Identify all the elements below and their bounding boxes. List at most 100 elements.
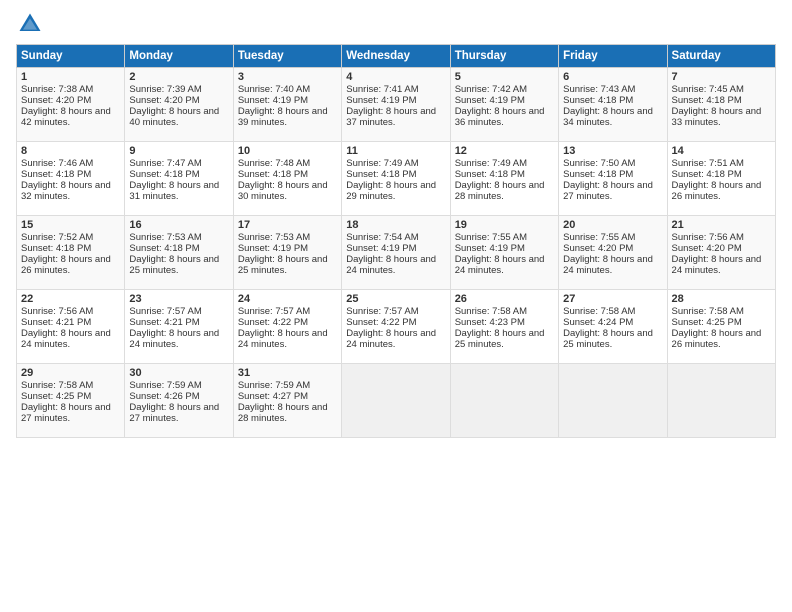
- sunrise-label: Sunrise: 7:55 AM: [455, 232, 527, 243]
- daylight-label: Daylight: 8 hours and 24 minutes.: [129, 328, 219, 350]
- calendar-cell: 25Sunrise: 7:57 AMSunset: 4:22 PMDayligh…: [342, 290, 450, 364]
- calendar-cell: 23Sunrise: 7:57 AMSunset: 4:21 PMDayligh…: [125, 290, 233, 364]
- sunset-label: Sunset: 4:18 PM: [129, 243, 199, 254]
- header-cell-monday: Monday: [125, 45, 233, 68]
- sunset-label: Sunset: 4:18 PM: [563, 169, 633, 180]
- sunrise-label: Sunrise: 7:53 AM: [238, 232, 310, 243]
- sunset-label: Sunset: 4:19 PM: [455, 243, 525, 254]
- day-number: 9: [129, 145, 228, 157]
- day-number: 27: [563, 293, 662, 305]
- calendar-cell: 26Sunrise: 7:58 AMSunset: 4:23 PMDayligh…: [450, 290, 558, 364]
- calendar-cell: 10Sunrise: 7:48 AMSunset: 4:18 PMDayligh…: [233, 142, 341, 216]
- calendar-cell: 20Sunrise: 7:55 AMSunset: 4:20 PMDayligh…: [559, 216, 667, 290]
- calendar-cell: 12Sunrise: 7:49 AMSunset: 4:18 PMDayligh…: [450, 142, 558, 216]
- daylight-label: Daylight: 8 hours and 24 minutes.: [21, 328, 111, 350]
- calendar-cell: 30Sunrise: 7:59 AMSunset: 4:26 PMDayligh…: [125, 364, 233, 438]
- daylight-label: Daylight: 8 hours and 34 minutes.: [563, 106, 653, 128]
- sunrise-label: Sunrise: 7:46 AM: [21, 158, 93, 169]
- sunset-label: Sunset: 4:20 PM: [672, 243, 742, 254]
- daylight-label: Daylight: 8 hours and 32 minutes.: [21, 180, 111, 202]
- sunset-label: Sunset: 4:19 PM: [455, 95, 525, 106]
- day-number: 1: [21, 71, 120, 83]
- daylight-label: Daylight: 8 hours and 26 minutes.: [672, 328, 762, 350]
- day-number: 31: [238, 367, 337, 379]
- day-number: 20: [563, 219, 662, 231]
- sunrise-label: Sunrise: 7:56 AM: [672, 232, 744, 243]
- day-number: 18: [346, 219, 445, 231]
- sunset-label: Sunset: 4:21 PM: [129, 317, 199, 328]
- daylight-label: Daylight: 8 hours and 37 minutes.: [346, 106, 436, 128]
- sunset-label: Sunset: 4:18 PM: [238, 169, 308, 180]
- calendar-cell: 29Sunrise: 7:58 AMSunset: 4:25 PMDayligh…: [17, 364, 125, 438]
- calendar-cell: 24Sunrise: 7:57 AMSunset: 4:22 PMDayligh…: [233, 290, 341, 364]
- sunrise-label: Sunrise: 7:48 AM: [238, 158, 310, 169]
- calendar-header: SundayMondayTuesdayWednesdayThursdayFrid…: [17, 45, 776, 68]
- sunrise-label: Sunrise: 7:45 AM: [672, 84, 744, 95]
- day-number: 8: [21, 145, 120, 157]
- calendar-cell: 1Sunrise: 7:38 AMSunset: 4:20 PMDaylight…: [17, 68, 125, 142]
- day-number: 10: [238, 145, 337, 157]
- day-number: 29: [21, 367, 120, 379]
- calendar-cell: 13Sunrise: 7:50 AMSunset: 4:18 PMDayligh…: [559, 142, 667, 216]
- sunrise-label: Sunrise: 7:58 AM: [563, 306, 635, 317]
- calendar-cell: 17Sunrise: 7:53 AMSunset: 4:19 PMDayligh…: [233, 216, 341, 290]
- daylight-label: Daylight: 8 hours and 28 minutes.: [238, 402, 328, 424]
- calendar-week-4: 22Sunrise: 7:56 AMSunset: 4:21 PMDayligh…: [17, 290, 776, 364]
- sunrise-label: Sunrise: 7:39 AM: [129, 84, 201, 95]
- daylight-label: Daylight: 8 hours and 25 minutes.: [455, 328, 545, 350]
- calendar-cell: 6Sunrise: 7:43 AMSunset: 4:18 PMDaylight…: [559, 68, 667, 142]
- sunrise-label: Sunrise: 7:50 AM: [563, 158, 635, 169]
- calendar-body: 1Sunrise: 7:38 AMSunset: 4:20 PMDaylight…: [17, 68, 776, 438]
- sunset-label: Sunset: 4:18 PM: [672, 95, 742, 106]
- sunset-label: Sunset: 4:18 PM: [346, 169, 416, 180]
- calendar-cell: [450, 364, 558, 438]
- calendar-cell: 27Sunrise: 7:58 AMSunset: 4:24 PMDayligh…: [559, 290, 667, 364]
- calendar-cell: 31Sunrise: 7:59 AMSunset: 4:27 PMDayligh…: [233, 364, 341, 438]
- sunset-label: Sunset: 4:18 PM: [129, 169, 199, 180]
- sunset-label: Sunset: 4:19 PM: [346, 95, 416, 106]
- day-number: 15: [21, 219, 120, 231]
- sunset-label: Sunset: 4:20 PM: [563, 243, 633, 254]
- daylight-label: Daylight: 8 hours and 39 minutes.: [238, 106, 328, 128]
- daylight-label: Daylight: 8 hours and 27 minutes.: [563, 180, 653, 202]
- header-cell-sunday: Sunday: [17, 45, 125, 68]
- sunset-label: Sunset: 4:23 PM: [455, 317, 525, 328]
- sunset-label: Sunset: 4:18 PM: [563, 95, 633, 106]
- day-number: 22: [21, 293, 120, 305]
- day-number: 11: [346, 145, 445, 157]
- sunrise-label: Sunrise: 7:41 AM: [346, 84, 418, 95]
- day-number: 4: [346, 71, 445, 83]
- calendar-cell: 21Sunrise: 7:56 AMSunset: 4:20 PMDayligh…: [667, 216, 775, 290]
- day-number: 14: [672, 145, 771, 157]
- daylight-label: Daylight: 8 hours and 24 minutes.: [455, 254, 545, 276]
- calendar-cell: 2Sunrise: 7:39 AMSunset: 4:20 PMDaylight…: [125, 68, 233, 142]
- calendar-cell: 16Sunrise: 7:53 AMSunset: 4:18 PMDayligh…: [125, 216, 233, 290]
- sunset-label: Sunset: 4:18 PM: [21, 169, 91, 180]
- calendar-cell: 4Sunrise: 7:41 AMSunset: 4:19 PMDaylight…: [342, 68, 450, 142]
- day-number: 6: [563, 71, 662, 83]
- logo-icon: [16, 10, 44, 38]
- sunrise-label: Sunrise: 7:38 AM: [21, 84, 93, 95]
- daylight-label: Daylight: 8 hours and 33 minutes.: [672, 106, 762, 128]
- calendar-cell: 18Sunrise: 7:54 AMSunset: 4:19 PMDayligh…: [342, 216, 450, 290]
- sunset-label: Sunset: 4:25 PM: [21, 391, 91, 402]
- sunrise-label: Sunrise: 7:49 AM: [455, 158, 527, 169]
- daylight-label: Daylight: 8 hours and 24 minutes.: [346, 328, 436, 350]
- sunrise-label: Sunrise: 7:53 AM: [129, 232, 201, 243]
- sunset-label: Sunset: 4:19 PM: [346, 243, 416, 254]
- daylight-label: Daylight: 8 hours and 27 minutes.: [129, 402, 219, 424]
- day-number: 5: [455, 71, 554, 83]
- daylight-label: Daylight: 8 hours and 26 minutes.: [672, 180, 762, 202]
- day-number: 7: [672, 71, 771, 83]
- sunset-label: Sunset: 4:19 PM: [238, 95, 308, 106]
- page-container: SundayMondayTuesdayWednesdayThursdayFrid…: [0, 0, 792, 444]
- sunset-label: Sunset: 4:22 PM: [346, 317, 416, 328]
- sunrise-label: Sunrise: 7:58 AM: [672, 306, 744, 317]
- sunset-label: Sunset: 4:18 PM: [455, 169, 525, 180]
- day-number: 3: [238, 71, 337, 83]
- daylight-label: Daylight: 8 hours and 24 minutes.: [238, 328, 328, 350]
- sunset-label: Sunset: 4:20 PM: [21, 95, 91, 106]
- day-number: 26: [455, 293, 554, 305]
- daylight-label: Daylight: 8 hours and 29 minutes.: [346, 180, 436, 202]
- day-number: 13: [563, 145, 662, 157]
